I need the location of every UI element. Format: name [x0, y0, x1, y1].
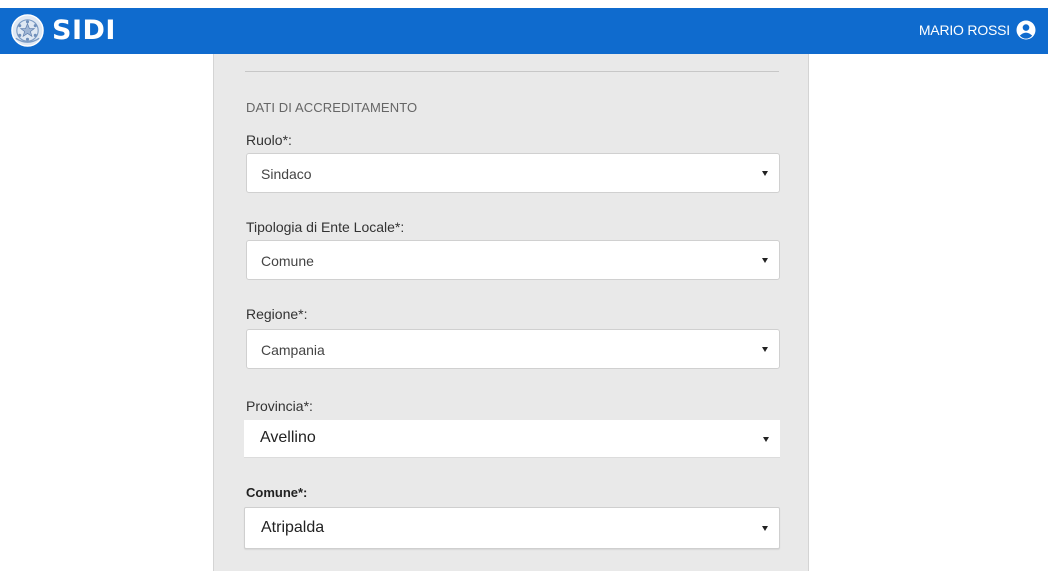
user-circle-icon — [1016, 20, 1036, 40]
caret-down-icon — [762, 258, 768, 263]
ruolo-label: Ruolo*: — [246, 132, 292, 148]
regione-select[interactable]: Campania — [246, 329, 780, 369]
tipologia-ente-selected-value: Comune — [261, 253, 314, 269]
brand[interactable]: SIDI — [10, 13, 116, 48]
caret-down-icon — [763, 437, 769, 442]
accreditation-form-panel: DATI DI ACCREDITAMENTO Ruolo*: Sindaco T… — [213, 54, 809, 571]
regione-selected-value: Campania — [261, 342, 325, 358]
tipologia-ente-label: Tipologia di Ente Locale*: — [246, 219, 405, 235]
caret-down-icon — [762, 171, 768, 176]
section-divider — [245, 71, 779, 72]
provincia-selected-value: Avellino — [260, 429, 316, 446]
regione-label: Regione*: — [246, 306, 308, 322]
comune-select[interactable]: Atripalda — [244, 507, 780, 549]
provincia-select[interactable]: Avellino — [244, 420, 780, 458]
caret-down-icon — [762, 347, 768, 352]
ruolo-select[interactable]: Sindaco — [246, 153, 780, 193]
provincia-label: Provincia*: — [246, 398, 313, 414]
caret-down-icon — [762, 526, 768, 531]
user-menu[interactable]: MARIO ROSSI — [919, 20, 1036, 40]
comune-selected-value: Atripalda — [261, 519, 325, 536]
top-navigation-bar: SIDI MARIO ROSSI — [0, 8, 1048, 54]
ruolo-selected-value: Sindaco — [261, 166, 312, 182]
italian-republic-emblem-icon — [11, 14, 44, 47]
tipologia-ente-select[interactable]: Comune — [246, 240, 780, 280]
user-name: MARIO ROSSI — [918, 22, 1010, 38]
section-title: DATI DI ACCREDITAMENTO — [246, 100, 418, 115]
comune-label: Comune*: — [246, 485, 308, 500]
brand-title: SIDI — [52, 15, 116, 46]
